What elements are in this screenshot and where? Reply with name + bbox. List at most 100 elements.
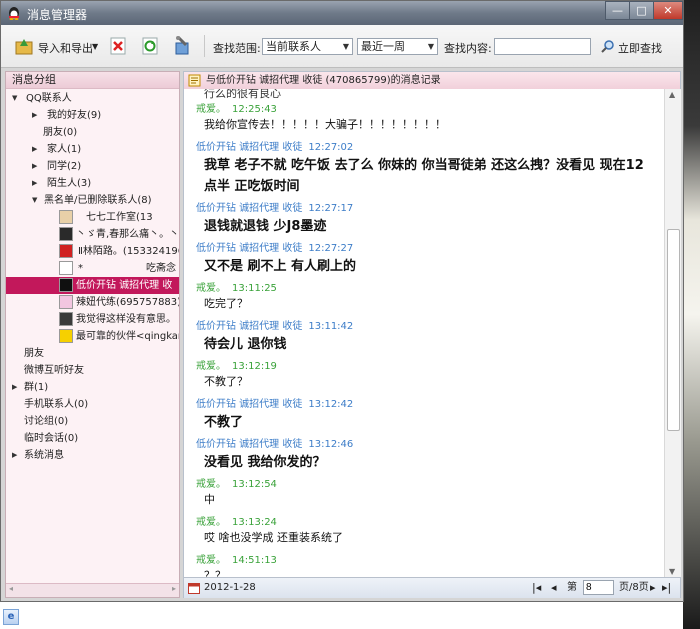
message-time: 13:11:42 — [308, 321, 354, 332]
sidebar-item-label: 我的好友(9) — [47, 110, 102, 121]
minimize-button[interactable]: — — [605, 1, 630, 20]
sidebar-item[interactable]: 最可靠的伙伴<qingkan — [6, 328, 179, 345]
qq-penguin-icon — [9, 7, 19, 20]
pagination-bar: 2012-1-28 |◂ ◂ 第 页/8页 ▸ ▸| — [184, 577, 680, 598]
sidebar-item[interactable]: ▼ QQ联系人 — [6, 90, 179, 107]
sidebar-item[interactable]: 手机联系人(0) — [6, 396, 179, 413]
sidebar-item[interactable]: ▶ 陌生人(3) — [6, 175, 179, 192]
message-meta: 低价开钻 诚招代理 收徒 12:27:27 — [196, 239, 353, 254]
sidebar-item[interactable]: Ⅱ林陌路。(153324196 — [6, 243, 179, 260]
time-range-select[interactable]: 最近一周 ▼ — [357, 38, 438, 55]
message-text: 待会儿 退你钱 — [204, 337, 287, 352]
search-icon[interactable] — [601, 39, 615, 53]
sidebar-item[interactable]: ▶ 系统消息 — [6, 447, 179, 464]
close-button[interactable]: ✕ — [653, 1, 683, 20]
avatar — [59, 227, 73, 241]
calendar-icon[interactable] — [188, 582, 200, 594]
taskbar-app-icon[interactable]: e — [3, 609, 19, 625]
next-page-icon[interactable]: ▸ — [650, 578, 656, 598]
chevron-down-icon: ▼ — [427, 42, 434, 51]
message-vertical-scrollbar[interactable]: ▲ ▼ — [664, 89, 681, 577]
sidebar-item[interactable]: 微博互听好友 — [6, 362, 179, 379]
sidebar-item[interactable]: 辣妞代练(695757883) — [6, 294, 179, 311]
message-text: ？？ — [204, 569, 226, 577]
search-range-select[interactable]: 当前联系人 ▼ — [262, 38, 353, 55]
maximize-button[interactable]: □ — [629, 1, 654, 20]
sidebar-horizontal-scrollbar[interactable]: ◂ ▸ — [6, 583, 179, 597]
expand-arrow-icon[interactable]: ▼ — [32, 192, 37, 209]
collapse-arrow-icon[interactable]: ▶ — [12, 447, 17, 464]
conversation-header: 与低价开钻 诚招代理 收徒 (470865799)的消息记录 — [184, 72, 680, 89]
first-page-icon[interactable]: |◂ — [532, 578, 541, 598]
sidebar-item-label: 手机联系人(0) — [24, 399, 89, 410]
sidebar-item-label: 群(1) — [24, 382, 49, 393]
sidebar-item[interactable]: 讨论组(0) — [6, 413, 179, 430]
sidebar-item[interactable]: ▶ 群(1) — [6, 379, 179, 396]
message-meta: 戒爱。 13:11:25 — [196, 279, 277, 294]
sidebar-header: 消息分组 — [6, 72, 179, 89]
sidebar-item-label: 陌生人(3) — [47, 178, 92, 189]
sender-name: 低价开钻 诚招代理 收徒 — [196, 203, 303, 214]
sender-name: 戒爱。 — [196, 361, 226, 372]
title-bar[interactable]: 消息管理器 — □ ✕ — [1, 1, 683, 25]
tools-icon[interactable] — [172, 35, 192, 55]
sidebar-item[interactable]: 七七工作室(13 — [6, 209, 179, 226]
sidebar-item[interactable]: 临时会话(0) — [6, 430, 179, 447]
sidebar-item-label: 低价开钻 诚招代理 收 — [76, 280, 173, 291]
message-meta: 戒爱。 13:12:54 — [196, 475, 277, 490]
collapse-arrow-icon[interactable]: ▶ — [32, 158, 37, 175]
message-time: 13:13:24 — [232, 517, 277, 528]
message-time: 13:12:54 — [232, 479, 277, 490]
sidebar-item[interactable]: 我觉得这样没有意思。 — [6, 311, 179, 328]
message-time: 12:27:02 — [308, 142, 354, 153]
message-meta: 低价开钻 诚招代理 收徒 13:12:42 — [196, 395, 353, 410]
avatar — [59, 312, 73, 326]
page-number-input[interactable] — [583, 580, 614, 595]
message-meta: 低价开钻 诚招代理 收徒 12:27:17 — [196, 199, 353, 214]
sidebar-item[interactable]: * 吃斋念 — [6, 260, 179, 277]
sidebar-item[interactable]: ▶ 我的好友(9) — [6, 107, 179, 124]
message-text: 中 — [204, 493, 215, 506]
scroll-down-icon[interactable]: ▼ — [669, 567, 675, 576]
time-range-value: 最近一周 — [361, 40, 405, 53]
message-time: 12:27:27 — [308, 243, 354, 254]
sidebar-item-label: 吃斋念 — [146, 263, 176, 274]
avatar — [59, 261, 73, 275]
conversation-title: 与低价开钻 诚招代理 收徒 (470865799)的消息记录 — [206, 75, 441, 86]
sidebar-item[interactable]: 朋友(0) — [6, 124, 179, 141]
chevron-down-icon[interactable]: ▼ — [92, 42, 98, 51]
scroll-left-icon[interactable]: ◂ — [9, 584, 13, 593]
last-page-icon[interactable]: ▸| — [662, 578, 671, 598]
refresh-icon[interactable] — [140, 36, 160, 56]
import-export-icon[interactable] — [14, 36, 34, 56]
message-text: 我给你宣传去！！！！！大骗子！！！！！！！！ — [204, 118, 446, 131]
sidebar-item-label: 微博互听好友 — [24, 365, 84, 376]
sidebar-item-label: 我觉得这样没有意思。 — [76, 314, 176, 325]
sidebar-item[interactable]: ▶ 家人(1) — [6, 141, 179, 158]
sidebar-item-label: QQ联系人 — [26, 93, 72, 104]
import-export-button[interactable]: 导入和导出 — [38, 40, 93, 56]
collapse-arrow-icon[interactable]: ▶ — [32, 175, 37, 192]
collapse-arrow-icon[interactable]: ▶ — [32, 107, 37, 124]
sidebar-item[interactable]: 丶ゞ青,春那么痛丶。丶 — [6, 226, 179, 243]
delete-icon[interactable] — [108, 36, 128, 56]
search-button[interactable]: 立即查找 — [618, 40, 662, 56]
collapse-arrow-icon[interactable]: ▶ — [32, 141, 37, 158]
page-prefix: 第 — [567, 582, 577, 593]
scroll-right-icon[interactable]: ▸ — [172, 584, 176, 593]
scroll-up-icon[interactable]: ▲ — [669, 90, 675, 99]
search-input[interactable] — [494, 38, 591, 55]
scroll-thumb[interactable] — [667, 229, 680, 431]
message-text: 又不是 刷不上 有人刷上的 — [204, 259, 357, 274]
collapse-arrow-icon[interactable]: ▶ — [12, 379, 17, 396]
sidebar-item[interactable]: 朋友 — [6, 345, 179, 362]
sidebar-item[interactable]: 低价开钻 诚招代理 收 — [6, 277, 179, 294]
sidebar-item[interactable]: ▶ 同学(2) — [6, 158, 179, 175]
expand-arrow-icon[interactable]: ▼ — [12, 90, 17, 107]
prev-page-icon[interactable]: ◂ — [551, 578, 557, 598]
avatar — [59, 244, 73, 258]
sidebar-item[interactable]: ▼ 黑名单/已删除联系人(8) — [6, 192, 179, 209]
sender-name: 戒爱。 — [196, 555, 226, 566]
message-time: 13:12:42 — [308, 399, 354, 410]
toolbar-separator — [204, 35, 205, 57]
